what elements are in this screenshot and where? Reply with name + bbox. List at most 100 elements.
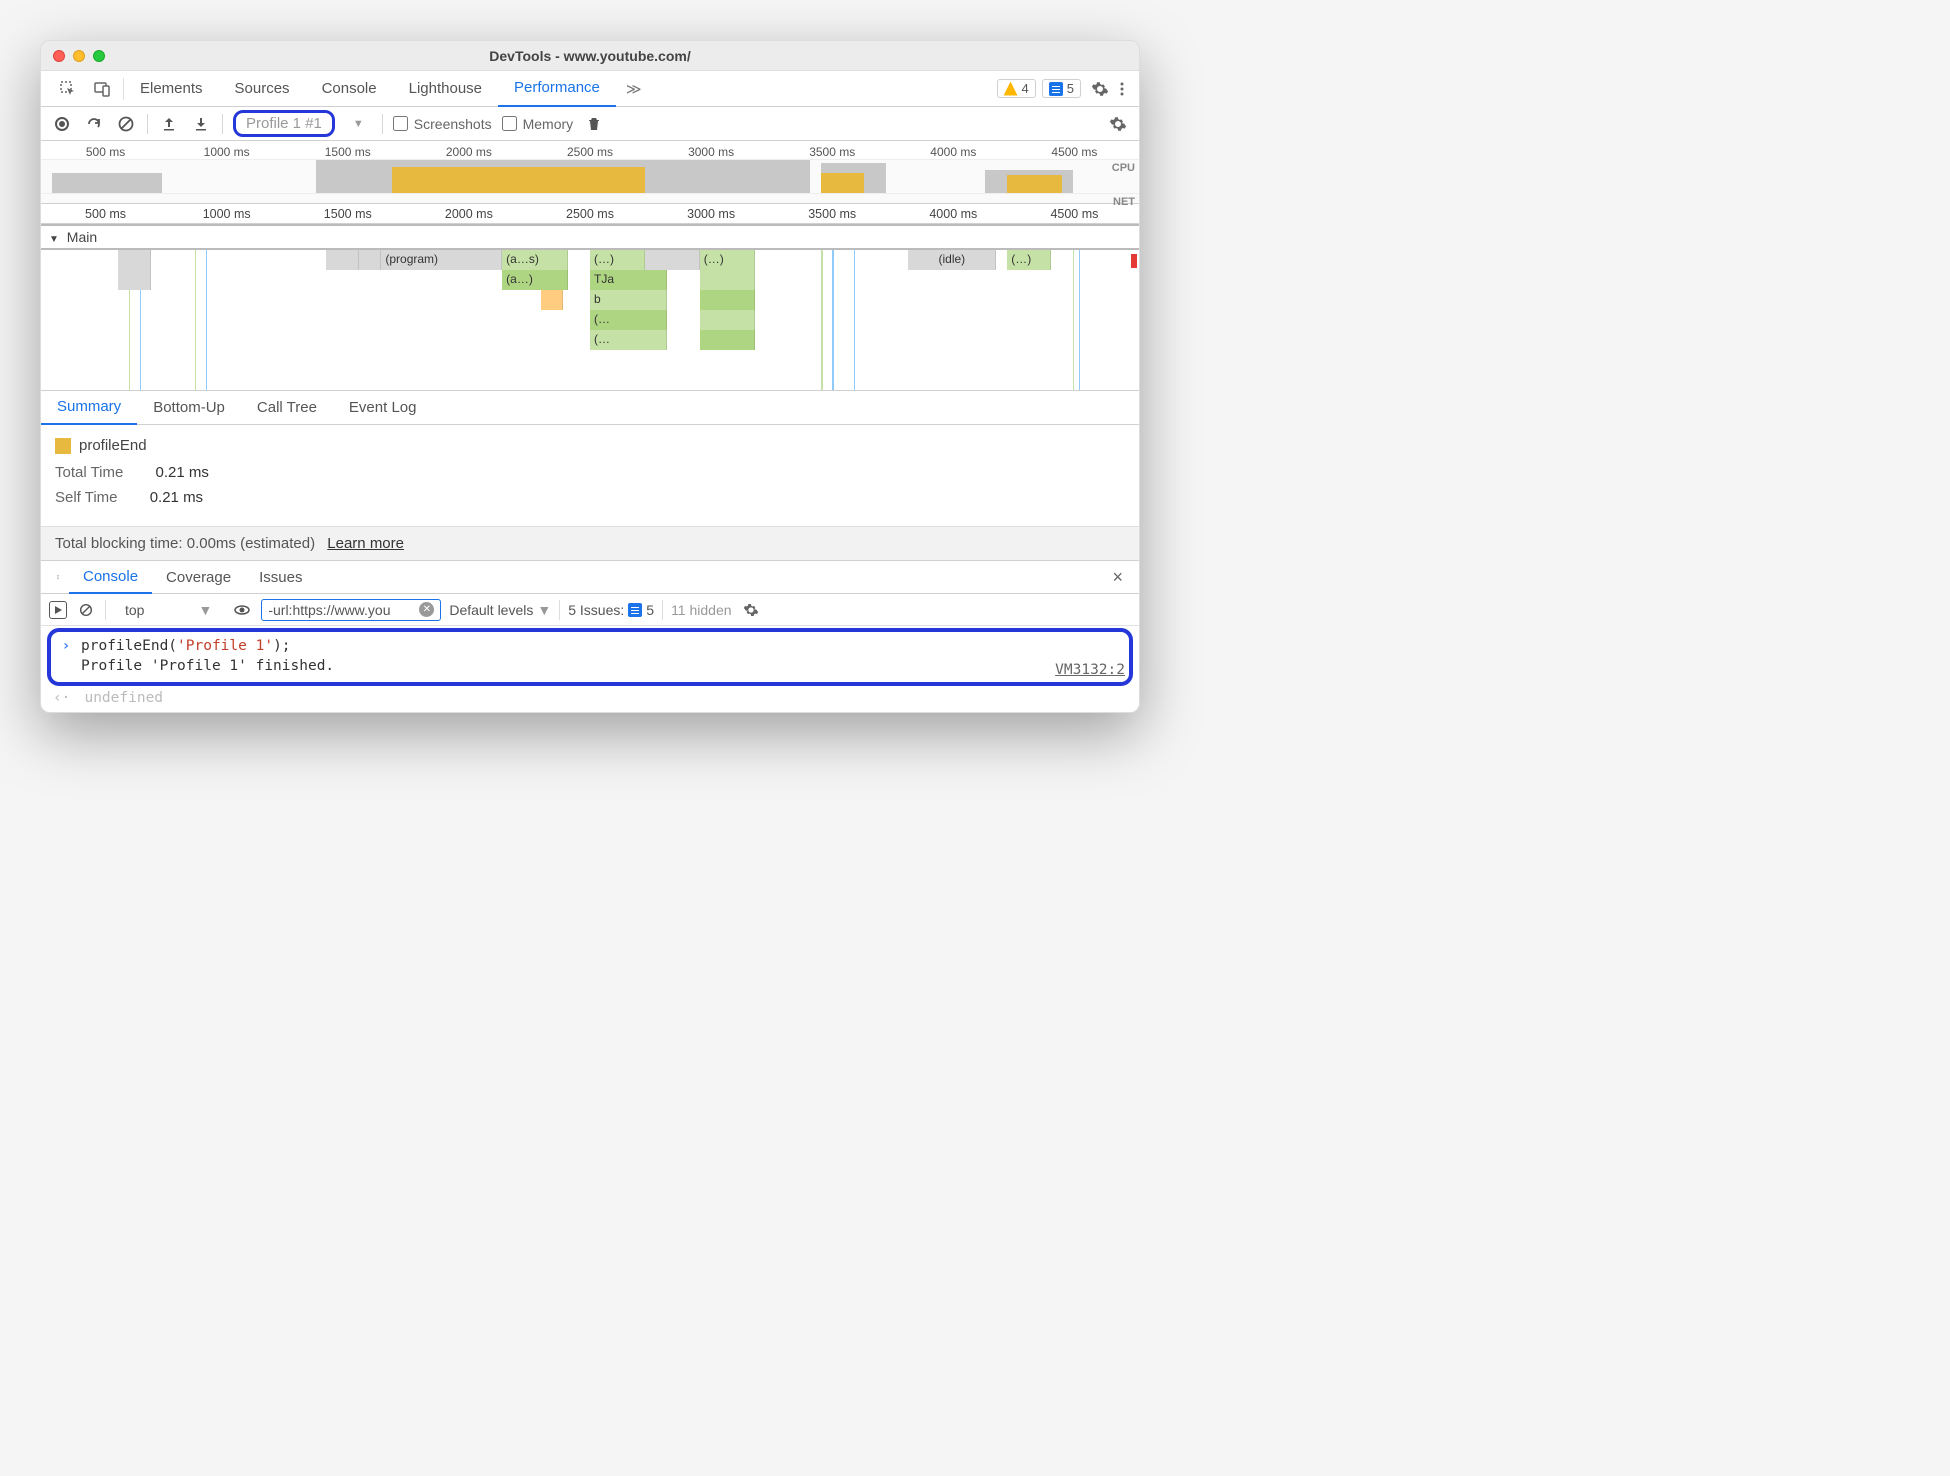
flame-chart[interactable]: (program) (a…s) (…) (…) (idle) (…) (a…) … [41,250,1139,390]
console-clear-button[interactable] [75,599,97,621]
log-levels-dropdown[interactable]: Default levels ▼ [449,602,551,618]
device-toggle-icon[interactable] [91,78,113,100]
main-track-title: Main [67,229,97,245]
context-selector[interactable]: top ▼ [114,601,223,619]
levels-text: Default levels [449,602,533,618]
tab-call-tree[interactable]: Call Tree [241,391,333,425]
drawer-tab-console[interactable]: Console [69,560,152,594]
source-link[interactable]: VM3132:2 [1055,662,1125,678]
flame-bar[interactable]: (a…s) [502,250,568,270]
memory-checkbox[interactable]: Memory [502,116,574,132]
selection-marker-icon [1131,254,1137,268]
screenshots-checkbox-input[interactable] [393,116,408,131]
summary-pane: profileEnd Total Time 0.21 ms Self Time … [41,425,1139,526]
download-profile-button[interactable] [190,113,212,135]
ruler-tick: 500 ms [45,145,166,159]
window-title: DevTools - www.youtube.com/ [41,48,1139,64]
profile-selector[interactable]: Profile 1 #1 [233,110,335,137]
ruler-tick: 1000 ms [166,207,287,221]
warnings-badge[interactable]: 4 [997,79,1036,98]
issues-label: 5 Issues: [568,602,624,618]
flame-bar[interactable]: (… [590,310,667,330]
console-settings-gear-icon[interactable] [740,599,762,621]
drawer-close-button[interactable]: × [1102,567,1133,588]
blocking-time-text: Total blocking time: 0.00ms (estimated) [55,535,315,552]
tab-bottom-up[interactable]: Bottom-Up [137,391,241,425]
clear-button[interactable] [115,113,137,135]
drawer-tab-issues[interactable]: Issues [245,560,316,594]
capture-settings-gear-icon[interactable] [1107,113,1129,135]
tabs-overflow-button[interactable]: ≫ [616,80,652,98]
ruler-tick: 1500 ms [287,145,408,159]
kebab-menu-icon[interactable] [1111,78,1133,100]
ruler-tick: 3000 ms [651,145,772,159]
result-prompt-icon: ‹· [53,690,70,706]
warning-icon [1004,82,1018,96]
console-result-line: ‹· undefined [41,688,1139,712]
tab-sources[interactable]: Sources [219,71,306,107]
drawer-kebab-icon[interactable] [47,566,69,588]
console-output: Profile 'Profile 1' finished. [81,658,1121,674]
message-icon [1049,82,1063,96]
flame-bar[interactable]: TJa [590,270,667,290]
cpu-overview: CPU [41,159,1139,193]
main-track-header[interactable]: Main [41,224,1139,250]
learn-more-link[interactable]: Learn more [327,535,404,552]
delete-profile-button[interactable] [583,113,605,135]
screenshots-label: Screenshots [414,116,492,132]
profile-dropdown-arrow-icon[interactable]: ▼ [345,118,372,130]
reload-record-button[interactable] [83,113,105,135]
tab-summary[interactable]: Summary [41,391,137,425]
drawer-tab-coverage[interactable]: Coverage [152,560,245,594]
ruler-tick: 2000 ms [408,207,529,221]
context-value: top [125,602,144,618]
settings-gear-icon[interactable] [1089,78,1111,100]
flame-bar[interactable]: b [590,290,667,310]
tab-console[interactable]: Console [306,71,393,107]
tab-performance[interactable]: Performance [498,71,616,107]
execution-context-icon[interactable] [49,601,67,619]
flame-bar[interactable]: (… [590,330,667,350]
ruler-tick: 3500 ms [772,145,893,159]
messages-badge[interactable]: 5 [1042,79,1081,98]
message-icon [628,603,642,617]
timeline-overview[interactable]: 500 ms 1000 ms 1500 ms 2000 ms 2500 ms 3… [41,141,1139,204]
console-toolbar: top ▼ -url:https://www.you ✕ Default lev… [41,594,1139,626]
memory-checkbox-input[interactable] [502,116,517,131]
issues-count: 5 [646,602,654,618]
flame-bar[interactable]: (a…) [502,270,568,290]
ruler-tick: 1000 ms [166,145,287,159]
devtools-window: DevTools - www.youtube.com/ Elements Sou… [40,40,1140,713]
titlebar: DevTools - www.youtube.com/ [41,41,1139,71]
tab-elements[interactable]: Elements [124,71,219,107]
inspect-icon[interactable] [57,78,79,100]
screenshots-checkbox[interactable]: Screenshots [393,116,492,132]
net-overview: NET [41,193,1139,203]
live-expression-icon[interactable] [231,599,253,621]
flame-ruler[interactable]: 500 ms 1000 ms 1500 ms 2000 ms 2500 ms 3… [41,204,1139,224]
record-button[interactable] [51,113,73,135]
cpu-label: CPU [1112,162,1135,174]
upload-profile-button[interactable] [158,113,180,135]
filter-value: -url:https://www.you [268,602,415,618]
tab-lighthouse[interactable]: Lighthouse [393,71,498,107]
event-name: profileEnd [79,437,147,454]
tab-event-log[interactable]: Event Log [333,391,433,425]
issues-counter[interactable]: 5 Issues: 5 [568,602,654,618]
flame-bar[interactable]: (…) [590,250,645,270]
disclosure-triangle-icon[interactable] [49,229,63,245]
ruler-tick: 4500 ms [1014,207,1135,221]
self-time-label: Self Time [55,489,118,506]
input-prompt-icon: › [59,638,73,654]
ruler-tick: 1500 ms [287,207,408,221]
flame-bar[interactable]: (…) [1007,250,1051,270]
ruler-tick: 4000 ms [893,145,1014,159]
clear-filter-icon[interactable]: ✕ [419,602,434,617]
flame-bar[interactable]: (idle) [908,250,996,270]
ruler-tick: 2000 ms [408,145,529,159]
console-body[interactable]: › profileEnd('Profile 1'); › Profile 'Pr… [41,628,1139,712]
flame-bar[interactable]: (…) [700,250,755,270]
flame-bar[interactable]: (program) [381,250,502,270]
console-input-arg: 'Profile 1' [177,638,273,654]
console-filter-input[interactable]: -url:https://www.you ✕ [261,599,441,621]
